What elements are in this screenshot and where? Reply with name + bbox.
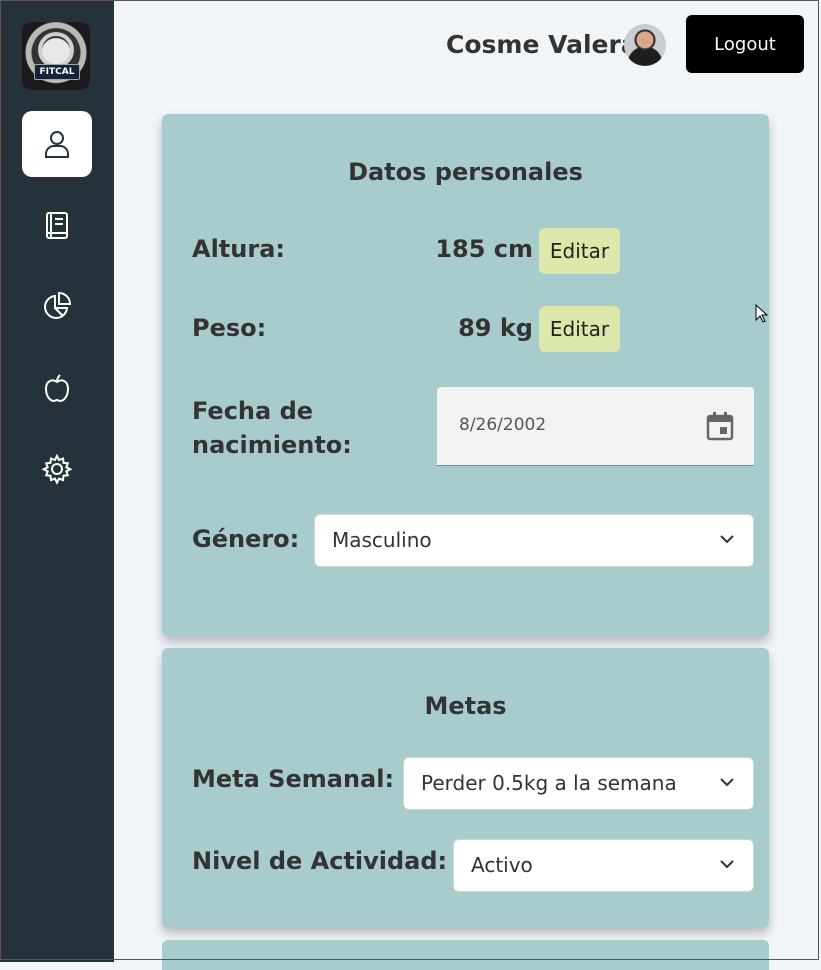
birth-label-line1: Fecha de	[192, 397, 314, 425]
edit-height-button[interactable]: Editar	[539, 228, 620, 274]
height-value: 185 cm	[435, 235, 533, 263]
birth-label-line2: nacimiento:	[192, 431, 352, 459]
scrollbar-track[interactable]	[810, 0, 821, 962]
calendar-icon[interactable]	[706, 411, 734, 441]
sidebar-item-nutrition[interactable]	[22, 355, 92, 421]
fitcal-logo[interactable]: FITCAL	[22, 22, 90, 90]
logout-button[interactable]: Logout	[686, 15, 804, 73]
weekly-goal-value: Perder 0.5kg a la semana	[421, 771, 677, 795]
logo-plate-icon	[38, 32, 74, 68]
personal-data-title: Datos personales	[348, 158, 583, 186]
activity-level-value: Activo	[471, 853, 533, 877]
next-card-partial	[162, 940, 769, 970]
personal-data-card: Datos personales Altura: 185 cm Editar P…	[162, 114, 769, 636]
chevron-down-icon	[720, 778, 734, 787]
chevron-down-icon	[720, 860, 734, 869]
sidebar-item-diary[interactable]	[22, 192, 92, 258]
user-icon	[45, 131, 69, 158]
book-icon	[46, 212, 68, 239]
activity-level-select[interactable]: Activo	[453, 839, 754, 892]
height-label: Altura:	[192, 235, 285, 263]
birth-date-value: 8/26/2002	[459, 415, 547, 435]
sidebar: FITCAL	[0, 0, 114, 962]
avatar[interactable]	[624, 24, 666, 66]
gender-value: Masculino	[332, 528, 432, 552]
sidebar-item-stats[interactable]	[22, 273, 92, 339]
goals-title: Metas	[424, 692, 507, 720]
weight-value: 89 kg	[458, 314, 533, 342]
gear-icon	[41, 453, 73, 485]
weekly-goal-label: Meta Semanal:	[192, 765, 395, 793]
apple-icon	[44, 374, 70, 403]
user-name: Cosme Valera	[446, 30, 638, 59]
weekly-goal-select[interactable]: Perder 0.5kg a la semana	[403, 757, 754, 810]
goals-card: Metas Meta Semanal: Perder 0.5kg a la se…	[162, 648, 769, 927]
birth-date-input[interactable]: 8/26/2002	[437, 387, 754, 466]
logo-text: FITCAL	[34, 64, 80, 80]
mouse-cursor-icon	[755, 304, 769, 323]
edit-weight-button[interactable]: Editar	[539, 306, 620, 352]
sidebar-item-profile[interactable]	[22, 111, 92, 177]
gender-label: Género:	[192, 525, 300, 553]
weight-label: Peso:	[192, 314, 267, 342]
activity-level-label: Nivel de Actividad:	[192, 847, 448, 875]
gender-select[interactable]: Masculino	[314, 514, 754, 567]
sidebar-item-settings[interactable]	[22, 436, 92, 502]
chevron-down-icon	[720, 535, 734, 544]
pie-chart-icon	[44, 291, 72, 319]
